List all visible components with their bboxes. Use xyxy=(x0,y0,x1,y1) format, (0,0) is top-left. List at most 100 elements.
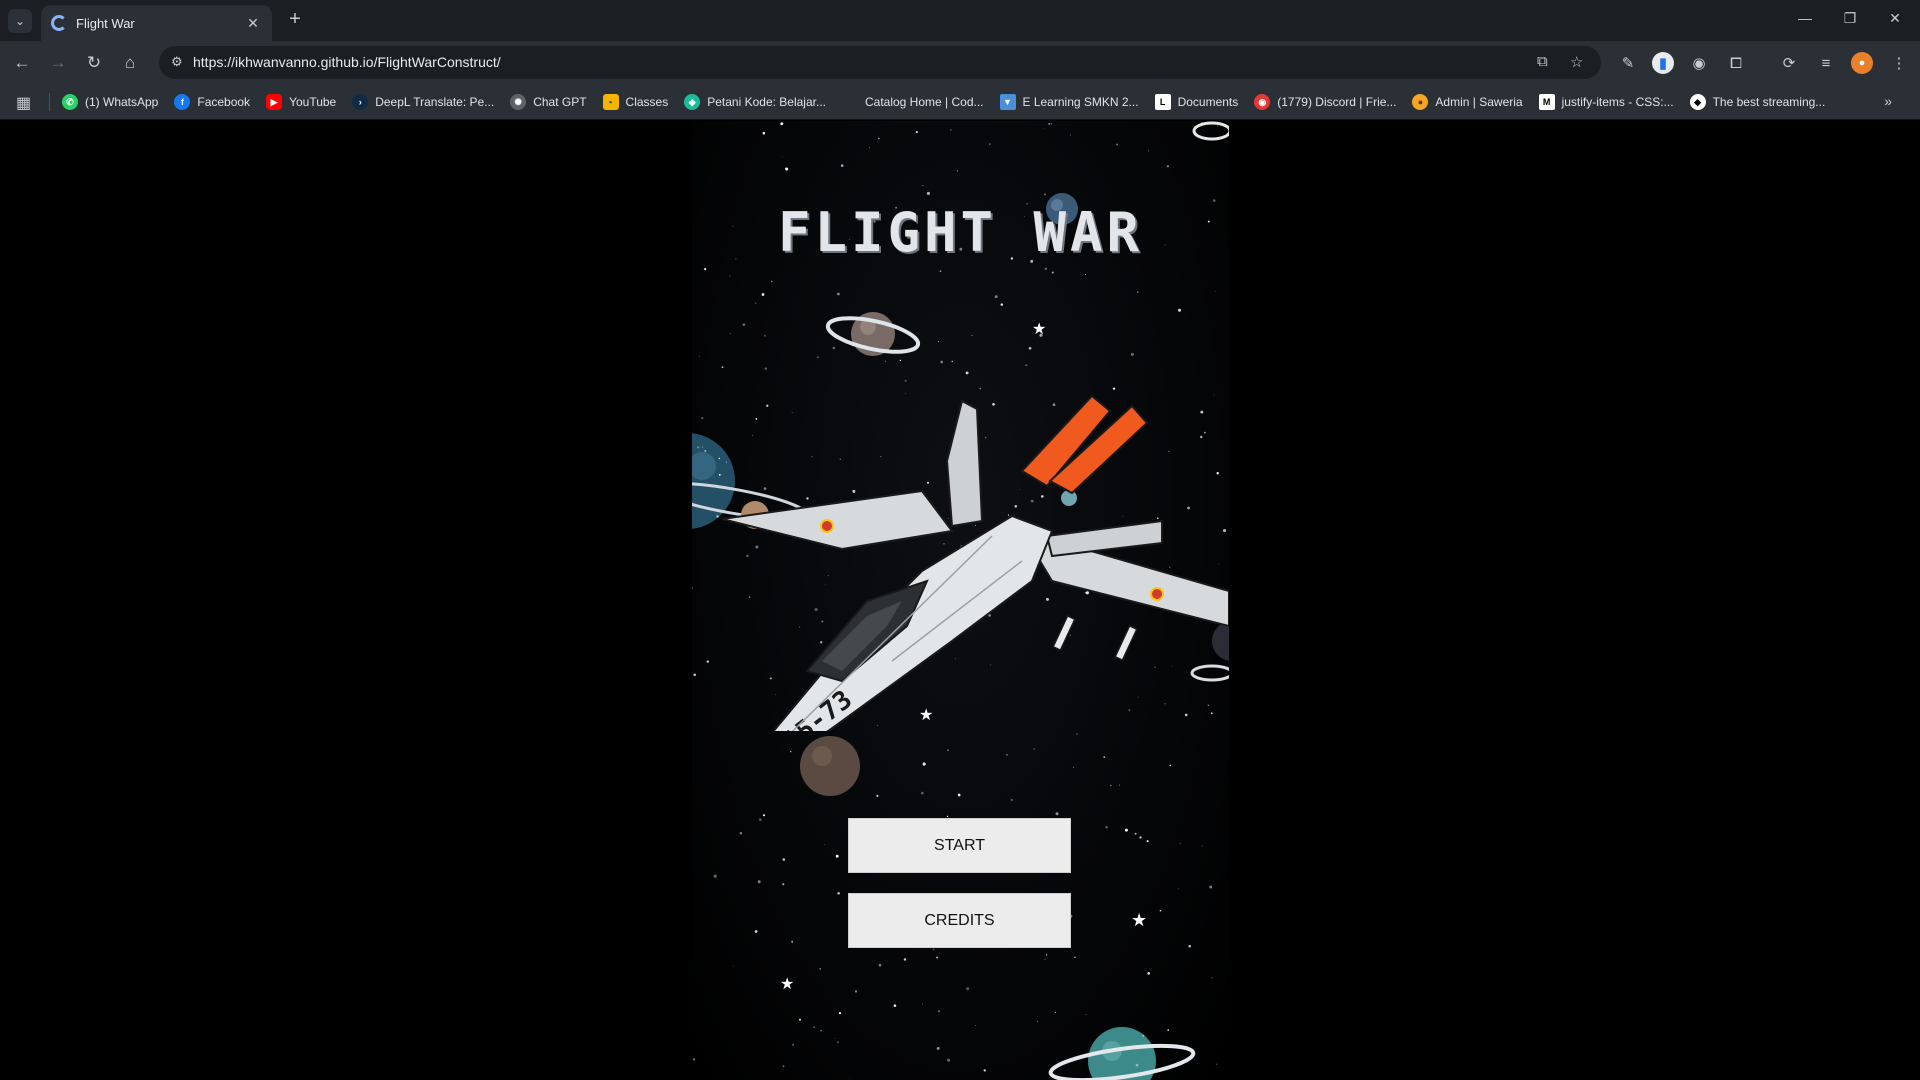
bookmark-label: Documents xyxy=(1177,95,1239,109)
performance-icon[interactable]: ⟳ xyxy=(1778,52,1800,74)
elearning-icon: ▼ xyxy=(999,94,1016,110)
whatsapp-icon: ✆ xyxy=(62,94,78,110)
star-dot xyxy=(1044,193,1046,196)
restore-icon[interactable]: ❐ xyxy=(1838,10,1862,27)
star-dot xyxy=(876,794,879,797)
back-icon[interactable]: ← xyxy=(10,51,34,75)
translate-extension-icon[interactable]: ▮ xyxy=(1652,52,1674,74)
star-dot xyxy=(791,940,794,943)
media-control-icon[interactable]: ≡ xyxy=(1815,52,1837,74)
star-dot xyxy=(950,129,952,131)
documents-icon: L xyxy=(1154,94,1171,110)
install-app-icon[interactable]: ⧉ xyxy=(1537,53,1548,70)
star-dot xyxy=(956,170,958,172)
bookmark-item[interactable]: ◆ Petani Kode: Belajar... xyxy=(684,94,826,110)
url-text[interactable]: https://ikhwanvanno.github.io/FlightWarC… xyxy=(193,54,501,70)
bookmark-item[interactable]: ● Admin | Saweria xyxy=(1412,94,1523,110)
bookmark-label: E Learning SMKN 2... xyxy=(1022,95,1139,109)
star-dot xyxy=(869,147,870,148)
forward-icon[interactable]: → xyxy=(46,51,70,75)
bookmark-item[interactable]: L Documents xyxy=(1154,94,1239,110)
bookmarks-bar: ▦ ✆ (1) WhatsApp f Facebook ▶ YouTube › Deep… xyxy=(0,84,1920,120)
credits-button[interactable]: CREDITS xyxy=(848,893,1071,948)
star-dot xyxy=(957,793,961,797)
star-dot xyxy=(921,791,924,795)
star-dot xyxy=(1010,798,1013,802)
bookmark-item[interactable]: Catalog Home | Cod... xyxy=(842,94,984,110)
bookmark-star-icon[interactable]: ☆ xyxy=(1570,53,1583,71)
star-dot xyxy=(824,844,826,846)
apps-grid-icon[interactable]: ▦ xyxy=(16,93,31,113)
page-viewport: ★ ★ ★ ★ FLIGHT WAR 15-73 START CREDITS xyxy=(0,121,1920,1080)
close-window-icon[interactable]: ✕ xyxy=(1883,10,1907,27)
star-dot xyxy=(692,1058,696,1061)
bookmark-item[interactable]: ◆ The best streaming... xyxy=(1689,94,1825,110)
bookmark-item[interactable]: ✆ (1) WhatsApp xyxy=(62,94,158,110)
star-dot xyxy=(849,1078,851,1079)
star-dot xyxy=(782,156,784,158)
star-dot xyxy=(1043,128,1044,129)
star-dot xyxy=(1179,842,1181,844)
petanikode-icon: ◆ xyxy=(684,94,701,110)
star-dot xyxy=(1044,267,1047,270)
new-tab-icon[interactable]: + xyxy=(283,8,307,31)
tab-flight-war[interactable]: Flight War ✕ xyxy=(41,5,272,41)
star-dot xyxy=(1147,150,1149,152)
profile-avatar[interactable]: ● xyxy=(1851,52,1873,74)
camera-extension-icon[interactable]: ◉ xyxy=(1688,52,1710,74)
start-button[interactable]: START xyxy=(848,818,1071,873)
star-dot xyxy=(915,131,918,134)
star-dot xyxy=(1073,766,1074,768)
bookmark-item[interactable]: ▪ Classes xyxy=(602,94,668,110)
site-info-icon[interactable]: ⚙ xyxy=(171,54,183,70)
reload-icon[interactable]: ↻ xyxy=(82,51,106,75)
star-dot xyxy=(1044,958,1046,960)
bookmark-item[interactable]: Mjustify-items - CSS:... xyxy=(1538,94,1674,110)
more-bookmarks-icon[interactable]: » xyxy=(1884,93,1892,109)
star-dot xyxy=(757,880,761,884)
home-icon[interactable]: ⌂ xyxy=(118,51,142,75)
bookmark-label: justify-items - CSS:... xyxy=(1561,95,1674,109)
bookmark-item[interactable]: ▶ YouTube xyxy=(266,94,336,110)
star-dot xyxy=(837,1041,839,1044)
tab-search-icon[interactable]: ⌄ xyxy=(8,9,32,33)
star-dot xyxy=(780,122,784,126)
bookmark-item[interactable]: ▼ E Learning SMKN 2... xyxy=(999,94,1139,110)
extensions-puzzle-icon[interactable]: ⧠ xyxy=(1725,52,1747,74)
star-dot xyxy=(1074,956,1076,959)
saweria-icon: ● xyxy=(1412,94,1429,110)
star-dot xyxy=(834,1037,836,1039)
star-dot xyxy=(975,1024,977,1026)
star-dot xyxy=(1217,125,1219,127)
star-dot xyxy=(1046,954,1048,956)
bookmark-item[interactable]: f Facebook xyxy=(174,94,250,110)
bookmark-item[interactable]: ◉ (1779) Discord | Frie... xyxy=(1254,94,1396,110)
pen-extension-icon[interactable]: ✎ xyxy=(1617,52,1639,74)
minimize-icon[interactable]: — xyxy=(1793,10,1817,26)
star-dot xyxy=(729,275,731,277)
star-dot xyxy=(1105,826,1108,829)
star-dot xyxy=(798,1018,802,1021)
star-dot xyxy=(782,1065,785,1068)
planet-top-right xyxy=(1192,121,1229,141)
star-dot xyxy=(932,948,935,951)
star-dot xyxy=(1169,764,1172,767)
close-tab-icon[interactable]: ✕ xyxy=(244,15,262,32)
bookmark-item[interactable]: › DeepL Translate: Pe... xyxy=(352,94,494,110)
star-dot xyxy=(1085,274,1086,276)
menu-kebab-icon[interactable]: ⋮ xyxy=(1888,52,1910,74)
star-dot xyxy=(1142,1034,1145,1037)
star-dot xyxy=(1146,840,1149,843)
star-dot xyxy=(893,1004,897,1007)
star-dot xyxy=(1139,836,1142,839)
star-dot xyxy=(1124,828,1128,832)
star-dot xyxy=(1134,832,1137,835)
star-dot xyxy=(713,874,717,878)
star-dot xyxy=(820,1030,822,1032)
bookmark-label: (1) WhatsApp xyxy=(85,95,159,109)
star-dot xyxy=(936,1046,940,1050)
star-dot xyxy=(792,1044,794,1046)
address-bar[interactable]: ⚙ https://ikhwanvanno.github.io/FlightWa… xyxy=(159,46,1601,79)
bookmark-item[interactable]: ✺ Chat GPT xyxy=(510,94,587,110)
game-canvas[interactable]: ★ ★ ★ ★ FLIGHT WAR 15-73 START CREDITS xyxy=(692,121,1229,1080)
